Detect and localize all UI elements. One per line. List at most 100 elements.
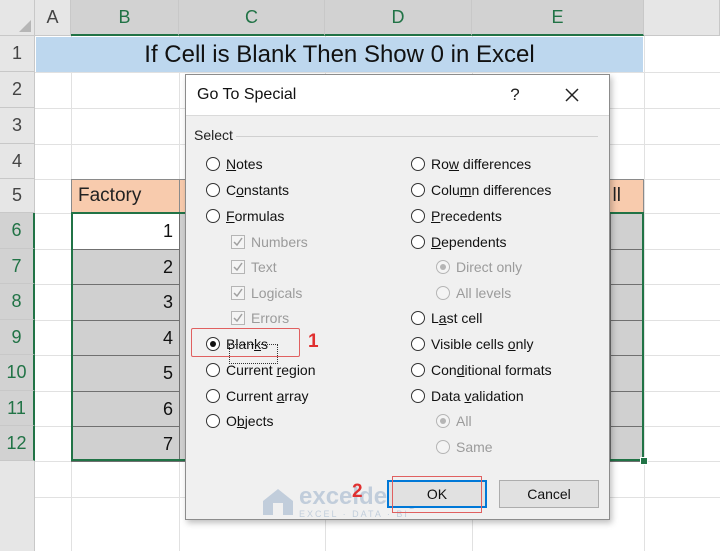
cell-b6[interactable]: 1 — [71, 213, 180, 250]
check-label: Errors — [251, 310, 290, 326]
option-label: Data validation — [431, 388, 524, 404]
select-group-label: Select — [194, 127, 233, 143]
check-text[interactable]: Text — [231, 256, 277, 278]
radio-icon — [411, 209, 425, 223]
column-header-d[interactable]: D — [325, 0, 472, 36]
option-label: Precedents — [431, 208, 502, 224]
option-column-differences[interactable]: Column differences — [411, 179, 551, 201]
radio-icon — [411, 183, 425, 197]
column-header-a[interactable]: A — [35, 0, 71, 36]
callout-1: 1 — [308, 331, 319, 352]
option-precedents[interactable]: Precedents — [411, 205, 502, 227]
option-direct-only[interactable]: Direct only — [436, 256, 522, 278]
option-validation-all[interactable]: All — [436, 410, 472, 432]
checkbox-icon — [231, 260, 245, 274]
dialog-titlebar[interactable]: Go To Special ? — [186, 75, 609, 115]
row-header-9[interactable]: 9 — [0, 320, 35, 355]
cell-e7[interactable] — [610, 249, 644, 285]
callout-2: 2 — [352, 481, 363, 502]
option-label: Row differences — [431, 156, 532, 172]
cell-b9[interactable]: 4 — [71, 320, 180, 356]
option-label: Visible cells only — [431, 336, 534, 352]
header-factory[interactable]: Factory — [71, 179, 180, 213]
row-header-3[interactable]: 3 — [0, 108, 35, 144]
option-visible-cells-only[interactable]: Visible cells only — [411, 333, 533, 355]
radio-selected-icon — [436, 414, 450, 428]
option-validation-same[interactable]: Same — [436, 436, 493, 458]
close-button[interactable] — [546, 79, 598, 111]
option-label: Last cell — [431, 310, 483, 326]
cancel-button[interactable]: Cancel — [499, 480, 599, 508]
highlight-ok — [392, 476, 482, 513]
checkbox-icon — [231, 286, 245, 300]
option-current-region[interactable]: Current region — [206, 359, 316, 381]
row-header-7[interactable]: 7 — [0, 249, 35, 284]
option-all-levels[interactable]: All levels — [436, 282, 511, 304]
option-current-array[interactable]: Current array — [206, 385, 309, 407]
row-header-10[interactable]: 10 — [0, 355, 35, 391]
radio-selected-icon — [436, 260, 450, 274]
cell-b8[interactable]: 3 — [71, 284, 180, 321]
check-label: Text — [251, 259, 277, 275]
select-all-triangle-icon — [19, 20, 31, 32]
radio-icon — [411, 337, 425, 351]
option-data-validation[interactable]: Data validation — [411, 385, 524, 407]
row-header-12[interactable]: 12 — [0, 426, 35, 461]
radio-icon — [411, 235, 425, 249]
radio-icon — [411, 389, 425, 403]
sheet-title[interactable]: If Cell is Blank Then Show 0 in Excel — [36, 37, 643, 72]
option-objects[interactable]: Objects — [206, 410, 273, 432]
option-label: Direct only — [456, 259, 523, 275]
checkbox-icon — [231, 235, 245, 249]
cell-b12[interactable]: 7 — [71, 426, 180, 462]
option-notes[interactable]: Notes — [206, 153, 263, 175]
row-header-4[interactable]: 4 — [0, 144, 35, 179]
check-numbers[interactable]: Numbers — [231, 231, 308, 253]
highlight-blanks — [191, 328, 300, 357]
option-dependents[interactable]: Dependents — [411, 231, 507, 253]
check-logicals[interactable]: Logicals — [231, 282, 302, 304]
option-label: Same — [456, 439, 493, 455]
radio-icon — [411, 311, 425, 325]
option-label: Formulas — [226, 208, 285, 224]
cell-e11[interactable] — [610, 391, 644, 427]
select-all-corner[interactable] — [0, 0, 35, 36]
fill-handle[interactable] — [640, 457, 648, 465]
row-header-6[interactable]: 6 — [0, 213, 35, 249]
radio-icon — [436, 440, 450, 454]
row-header-8[interactable]: 8 — [0, 284, 35, 320]
option-label: Current region — [226, 362, 316, 378]
column-header-b[interactable]: B — [71, 0, 179, 36]
cell-b7[interactable]: 2 — [71, 249, 180, 285]
radio-icon — [206, 209, 220, 223]
row-header-11[interactable]: 11 — [0, 391, 35, 426]
row-header-1[interactable]: 1 — [0, 36, 35, 72]
option-label: Constants — [226, 182, 290, 198]
dialog-title: Go To Special — [197, 86, 297, 103]
column-header-f[interactable] — [644, 0, 720, 36]
cell-e10[interactable] — [610, 355, 644, 392]
cell-b10[interactable]: 5 — [71, 355, 180, 392]
cell-e9[interactable] — [610, 320, 644, 356]
option-last-cell[interactable]: Last cell — [411, 307, 482, 329]
option-label: Dependents — [431, 234, 507, 250]
option-row-differences[interactable]: Row differences — [411, 153, 531, 175]
column-header-c[interactable]: C — [179, 0, 325, 36]
row-header-2[interactable]: 2 — [0, 72, 35, 108]
cell-e8[interactable] — [610, 284, 644, 321]
cell-e12[interactable] — [610, 426, 644, 462]
check-errors[interactable]: Errors — [231, 307, 289, 329]
option-label: Current array — [226, 388, 309, 404]
option-constants[interactable]: Constants — [206, 179, 289, 201]
checkbox-icon — [231, 311, 245, 325]
go-to-special-dialog: Go To Special ? Select Notes Constants F… — [185, 74, 610, 520]
radio-icon — [411, 363, 425, 377]
cell-e6[interactable] — [610, 213, 644, 250]
column-header-e[interactable]: E — [472, 0, 644, 36]
cell-b11[interactable]: 6 — [71, 391, 180, 427]
option-conditional-formats[interactable]: Conditional formats — [411, 359, 552, 381]
radio-icon — [206, 363, 220, 377]
help-button[interactable]: ? — [489, 79, 541, 111]
option-formulas[interactable]: Formulas — [206, 205, 284, 227]
row-header-5[interactable]: 5 — [0, 179, 35, 213]
